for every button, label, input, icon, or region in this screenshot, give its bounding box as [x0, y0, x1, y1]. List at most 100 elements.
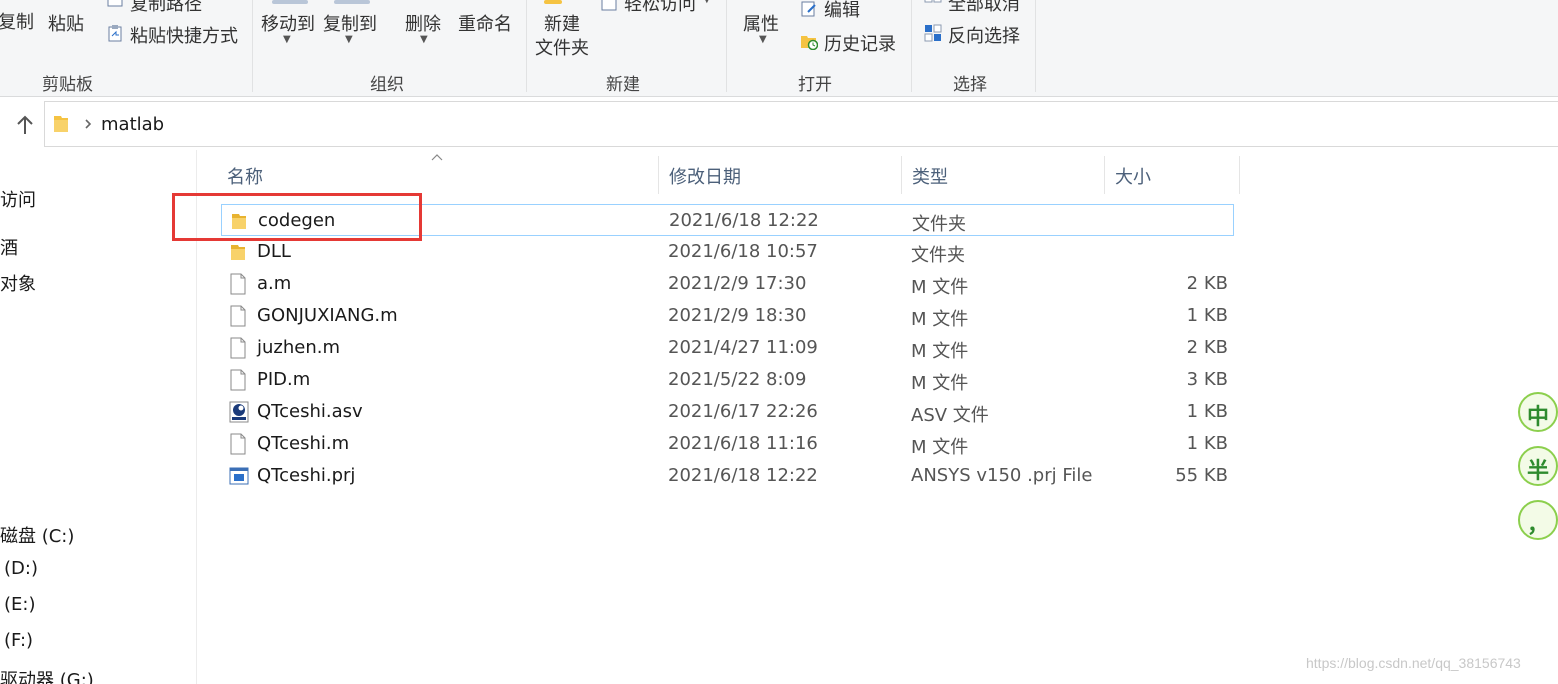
- column-header-type[interactable]: 类型: [902, 156, 1105, 194]
- file-size: 2 KB: [1186, 337, 1228, 358]
- column-header-size[interactable]: 大小: [1105, 156, 1240, 194]
- file-size: 1 KB: [1186, 305, 1228, 326]
- invert-selection-icon: [924, 24, 942, 42]
- file-date: 2021/6/18 12:22: [669, 210, 819, 231]
- ribbon: 复制 粘贴 复制路径 粘贴快捷方式 剪贴板 移动到 ▼ 复制到 ▼ 删除 ▼ 重…: [0, 0, 1558, 97]
- ribbon-divider: [252, 0, 253, 92]
- address-bar[interactable]: matlab: [44, 101, 1558, 147]
- file-date: 2021/6/18 11:16: [668, 433, 818, 454]
- asv-file-icon: [229, 401, 249, 423]
- file-size: 1 KB: [1186, 433, 1228, 454]
- file-size: 1 KB: [1186, 401, 1228, 422]
- file-icon: [229, 305, 247, 327]
- ribbon-divider: [526, 0, 527, 92]
- file-date: 2021/6/18 12:22: [668, 465, 818, 486]
- ime-mode-label: 中: [1526, 405, 1549, 430]
- file-icon: [229, 337, 247, 359]
- easy-access-button[interactable]: 轻松访问: [624, 0, 696, 16]
- ribbon-divider: [1035, 0, 1036, 92]
- copy-path-button[interactable]: 复制路径: [130, 0, 202, 16]
- file-name: a.m: [257, 273, 292, 294]
- table-row[interactable]: GONJUXIANG.m 2021/2/9 18:30 M 文件 1 KB: [221, 300, 1234, 332]
- folder-icon: [229, 241, 247, 263]
- table-row[interactable]: DLL 2021/6/18 10:57 文件夹: [221, 236, 1234, 268]
- history-icon: [801, 36, 818, 50]
- paste-shortcut-button[interactable]: 粘贴快捷方式: [130, 22, 238, 48]
- properties-button[interactable]: 属性: [743, 10, 779, 36]
- file-name: GONJUXIANG.m: [257, 305, 398, 326]
- file-name: juzhen.m: [257, 337, 341, 358]
- move-to-icon: [272, 0, 308, 4]
- ribbon-divider: [726, 0, 727, 92]
- file-size: 55 KB: [1175, 465, 1228, 486]
- file-date: 2021/5/22 8:09: [668, 369, 807, 390]
- file-icon: [229, 369, 247, 391]
- folder-icon: [54, 116, 68, 132]
- file-type: 文件夹: [912, 214, 966, 235]
- nav-item-drive-f[interactable]: (F:): [4, 630, 33, 651]
- ime-width-label: 半: [1526, 459, 1549, 484]
- copy-button[interactable]: 复制: [0, 8, 34, 34]
- ribbon-divider: [911, 0, 912, 92]
- ime-width-button[interactable]: 半: [1518, 446, 1558, 486]
- ime-mode-button[interactable]: 中: [1518, 392, 1558, 432]
- clipboard-group-label: 剪贴板: [42, 75, 93, 95]
- move-to-button[interactable]: 移动到: [261, 10, 315, 36]
- file-type: M 文件: [911, 341, 969, 362]
- ime-punctuation-label: ，: [1526, 513, 1549, 538]
- history-button[interactable]: 历史记录: [824, 30, 896, 56]
- easy-access-icon: [601, 0, 617, 11]
- nav-item-drive-g[interactable]: 驱动器 (G:): [0, 666, 94, 684]
- file-name: codegen: [258, 210, 336, 231]
- chevron-down-icon: ▼: [345, 34, 353, 45]
- ime-punctuation-button[interactable]: ，: [1518, 500, 1558, 540]
- table-row[interactable]: QTceshi.m 2021/6/18 11:16 M 文件 1 KB: [221, 428, 1234, 460]
- table-row[interactable]: QTceshi.prj 2021/6/18 12:22 ANSYS v150 .pr…: [221, 460, 1234, 492]
- table-row[interactable]: PID.m 2021/5/22 8:09 M 文件 3 KB: [221, 364, 1234, 396]
- copy-to-button[interactable]: 复制到: [323, 10, 377, 36]
- organize-group-label: 组织: [370, 75, 404, 95]
- select-group-label: 选择: [953, 75, 987, 95]
- nav-item-quick-access[interactable]: 访问: [0, 186, 36, 212]
- column-header-name[interactable]: 名称: [217, 156, 659, 194]
- file-size: 3 KB: [1186, 369, 1228, 390]
- paste-button[interactable]: 粘贴: [48, 10, 84, 36]
- delete-button[interactable]: 删除: [405, 10, 441, 36]
- file-name: QTceshi.m: [257, 433, 350, 454]
- select-none-icon: [924, 0, 942, 3]
- table-row[interactable]: QTceshi.asv 2021/6/17 22:26 ASV 文件 1 KB: [221, 396, 1234, 428]
- rename-button[interactable]: 重命名: [458, 10, 512, 36]
- file-icon: [229, 273, 247, 295]
- folder-icon: [230, 210, 248, 232]
- file-date: 2021/6/17 22:26: [668, 401, 818, 422]
- nav-item[interactable]: 酒: [0, 234, 18, 260]
- file-type: M 文件: [911, 277, 969, 298]
- nav-item-3d-objects[interactable]: 对象: [0, 270, 36, 296]
- file-date: 2021/2/9 17:30: [668, 273, 807, 294]
- up-arrow-icon[interactable]: [12, 112, 38, 138]
- file-type: M 文件: [911, 437, 969, 458]
- new-folder-button[interactable]: 新建: [544, 10, 580, 36]
- file-name: DLL: [257, 241, 291, 262]
- nav-item-drive-e[interactable]: (E:): [4, 594, 35, 615]
- new-folder-button-line2[interactable]: 文件夹: [535, 34, 589, 60]
- file-icon: [229, 433, 247, 455]
- file-size: 2 KB: [1186, 273, 1228, 294]
- table-row[interactable]: juzhen.m 2021/4/27 11:09 M 文件 2 KB: [221, 332, 1234, 364]
- table-row[interactable]: codegen 2021/6/18 12:22 文件夹: [221, 204, 1234, 236]
- ime-widget[interactable]: 中 半 ，: [1514, 380, 1558, 542]
- table-row[interactable]: a.m 2021/2/9 17:30 M 文件 2 KB: [221, 268, 1234, 300]
- nav-item-drive-d[interactable]: (D:): [4, 558, 38, 579]
- navigation-pane: 访问 酒 对象 磁盘 (C:) (D:) (E:) (F:) 驱动器 (G:): [0, 150, 197, 684]
- edit-button[interactable]: 编辑: [824, 0, 860, 22]
- column-header-date[interactable]: 修改日期: [659, 156, 902, 194]
- select-none-button[interactable]: 全部取消: [948, 0, 1020, 16]
- breadcrumb-matlab[interactable]: matlab: [101, 114, 164, 135]
- chevron-down-icon: ▼: [420, 34, 428, 45]
- nav-item-drive-c[interactable]: 磁盘 (C:): [0, 522, 74, 548]
- chevron-down-icon: ▼: [703, 0, 711, 5]
- file-type: M 文件: [911, 373, 969, 394]
- invert-selection-button[interactable]: 反向选择: [948, 22, 1020, 48]
- chevron-right-icon[interactable]: [81, 117, 95, 131]
- new-group-label: 新建: [606, 75, 640, 95]
